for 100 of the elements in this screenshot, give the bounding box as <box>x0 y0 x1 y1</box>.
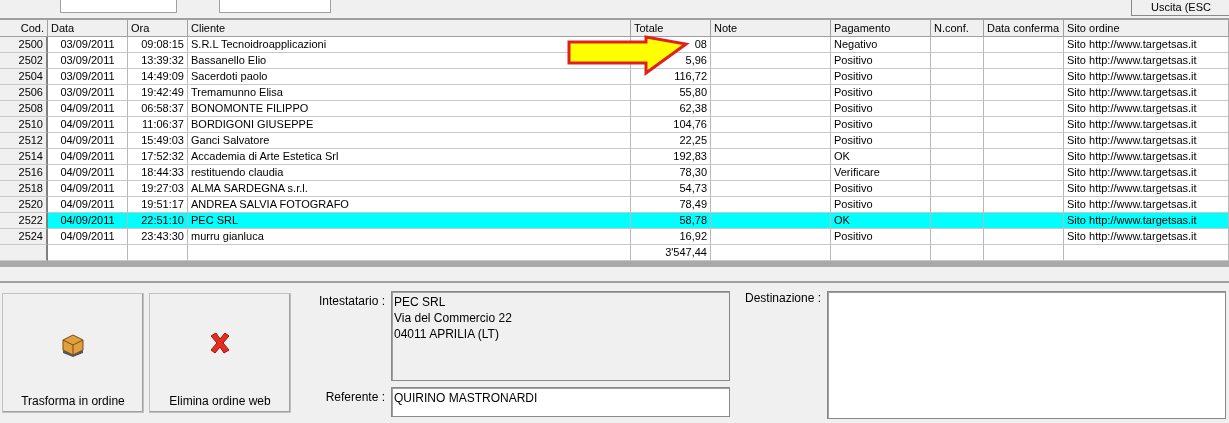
payment-cell: Positivo <box>831 85 931 101</box>
order-site-cell: Sito http://www.targetsas.it <box>1064 69 1229 85</box>
payment-cell: Verificare <box>831 165 931 181</box>
order-site-cell: Sito http://www.targetsas.it <box>1064 37 1229 53</box>
code-cell: 2508 <box>0 101 48 117</box>
time-cell: 19:51:17 <box>128 197 188 213</box>
customer-cell: PEC SRL <box>188 213 631 229</box>
customer-cell: BORDIGONI GIUSEPPE <box>188 117 631 133</box>
time-cell: 22:51:10 <box>128 213 188 229</box>
code-cell: 2500 <box>0 37 48 53</box>
column-header[interactable]: Note <box>711 20 831 37</box>
payment-cell: Positivo <box>831 197 931 213</box>
code-cell: 2516 <box>0 165 48 181</box>
order-site-cell: Sito http://www.targetsas.it <box>1064 133 1229 149</box>
total-cell: 16,92 <box>631 229 711 245</box>
order-site-cell: Sito http://www.targetsas.it <box>1064 197 1229 213</box>
date-cell: 04/09/2011 <box>48 213 128 229</box>
date-cell: 04/09/2011 <box>48 181 128 197</box>
code-cell: 2520 <box>0 197 48 213</box>
text-field[interactable] <box>60 0 177 13</box>
date-cell: 04/09/2011 <box>48 101 128 117</box>
payment-cell: Positivo <box>831 133 931 149</box>
column-header[interactable]: Totale <box>631 20 711 37</box>
date-cell: 03/09/2011 <box>48 53 128 69</box>
time-cell: 18:44:33 <box>128 165 188 181</box>
date-cell: 04/09/2011 <box>48 197 128 213</box>
payment-cell: Positivo <box>831 69 931 85</box>
total-cell: 192,83 <box>631 149 711 165</box>
payment-cell: OK <box>831 149 931 165</box>
address-line: PEC SRL <box>394 294 447 310</box>
total-cell: 104,76 <box>631 117 711 133</box>
intestatario-label: Intestatario : <box>317 293 385 310</box>
grand-total-cell: 3'547,44 <box>631 245 711 261</box>
destination-field[interactable] <box>827 291 1226 419</box>
column-header[interactable]: Cod. <box>0 20 48 37</box>
table-cell <box>0 245 48 261</box>
date-cell: 03/09/2011 <box>48 85 128 101</box>
delete-button[interactable]: Elimina ordine web <box>149 293 291 413</box>
total-cell: 62,38 <box>631 101 711 117</box>
exit-button[interactable]: Uscita (ESC <box>1131 0 1229 16</box>
text-field[interactable] <box>219 0 331 13</box>
order-site-cell: Sito http://www.targetsas.it <box>1064 117 1229 133</box>
total-cell: 116,72 <box>631 69 711 85</box>
payment-cell: OK <box>831 213 931 229</box>
column-header[interactable]: Data conferma <box>984 20 1064 37</box>
total-cell: 58,78 <box>631 213 711 229</box>
address-line: 04011 APRILIA (LT) <box>394 326 500 342</box>
column-header[interactable]: Pagamento <box>831 20 931 37</box>
payment-cell: Positivo <box>831 53 931 69</box>
customer-cell: Ganci Salvatore <box>188 133 631 149</box>
customer-cell: Sacerdoti paolo <box>188 69 631 85</box>
time-cell: 09:08:15 <box>128 37 188 53</box>
order-site-cell: Sito http://www.targetsas.it <box>1064 213 1229 229</box>
total-cell: 22,25 <box>631 133 711 149</box>
code-cell: 2524 <box>0 229 48 245</box>
customer-cell: ANDREA SALVIA FOTOGRAFO <box>188 197 631 213</box>
column-header[interactable]: Ora <box>128 20 188 37</box>
code-cell: 2504 <box>0 69 48 85</box>
column-header[interactable]: Sito ordine <box>1064 20 1229 37</box>
total-cell: 78,49 <box>631 197 711 213</box>
customer-cell: ALMA SARDEGNA s.r.l. <box>188 181 631 197</box>
date-cell: 04/09/2011 <box>48 133 128 149</box>
customer-cell: Accademia di Arte Estetica Srl <box>188 149 631 165</box>
time-cell: 14:49:09 <box>128 69 188 85</box>
date-cell: 04/09/2011 <box>48 117 128 133</box>
column-header[interactable]: Cliente <box>188 20 631 37</box>
destinazione-label: Destinazione : <box>745 291 822 307</box>
total-cell: 78,30 <box>631 165 711 181</box>
code-cell: 2502 <box>0 53 48 69</box>
order-site-cell: Sito http://www.targetsas.it <box>1064 85 1229 101</box>
customer-cell: Tremamunno Elisa <box>188 85 631 101</box>
convert-button[interactable]: Trasforma in ordine <box>2 293 144 413</box>
time-cell: 23:43:30 <box>128 229 188 245</box>
order-site-cell: Sito http://www.targetsas.it <box>1064 181 1229 197</box>
date-cell: 03/09/2011 <box>48 37 128 53</box>
code-cell: 2514 <box>0 149 48 165</box>
time-cell: 13:39:32 <box>128 53 188 69</box>
date-cell: 03/09/2011 <box>48 69 128 85</box>
code-cell: 2518 <box>0 181 48 197</box>
total-cell: 55,80 <box>631 85 711 101</box>
referente-field[interactable]: QUIRINO MASTRONARDI <box>391 387 730 417</box>
time-cell: 06:58:37 <box>128 101 188 117</box>
time-cell: 11:06:37 <box>128 117 188 133</box>
code-cell: 2522 <box>0 213 48 229</box>
column-header[interactable]: N.conf. <box>931 20 984 37</box>
payment-cell: Negativo <box>831 37 931 53</box>
total-cell: 54,73 <box>631 181 711 197</box>
payment-cell: Positivo <box>831 117 931 133</box>
time-cell: 15:49:03 <box>128 133 188 149</box>
date-cell: 04/09/2011 <box>48 165 128 181</box>
address-line: Via del Commercio 22 <box>394 310 513 326</box>
code-cell: 2510 <box>0 117 48 133</box>
payment-cell: Positivo <box>831 229 931 245</box>
date-cell: 04/09/2011 <box>48 229 128 245</box>
column-header[interactable]: Data <box>48 20 128 37</box>
payment-cell: Positivo <box>831 181 931 197</box>
time-cell: 19:27:03 <box>128 181 188 197</box>
code-cell: 2512 <box>0 133 48 149</box>
order-site-cell: Sito http://www.targetsas.it <box>1064 229 1229 245</box>
table-cell <box>128 245 188 261</box>
